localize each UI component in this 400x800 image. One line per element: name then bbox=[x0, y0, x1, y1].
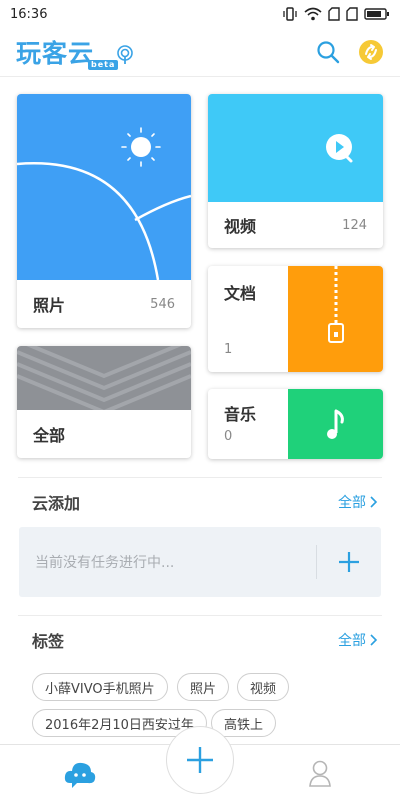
documents-tile-count: 1 bbox=[224, 342, 233, 357]
app-logo: 玩客云 beta bbox=[16, 34, 119, 70]
tags-more-label: 全部 bbox=[338, 633, 366, 649]
all-files-tile-label: 全部 bbox=[33, 426, 66, 445]
photos-art bbox=[17, 94, 191, 280]
chevron-right-icon bbox=[370, 496, 378, 508]
photos-tile[interactable]: 照片 546 bbox=[17, 94, 191, 328]
videos-tile-label: 视频 bbox=[224, 217, 257, 236]
task-status-box: 当前没有任务进行中... bbox=[19, 527, 381, 597]
music-tile-label: 音乐 bbox=[224, 405, 257, 424]
app-title: 玩客云 bbox=[16, 39, 95, 68]
chevron-right-icon bbox=[370, 634, 378, 646]
status-bar: 16:36 bbox=[0, 0, 400, 28]
music-tile[interactable]: 音乐 0 bbox=[208, 389, 383, 459]
beta-badge: beta bbox=[88, 60, 119, 70]
documents-tile-label: 文档 bbox=[224, 284, 257, 303]
music-tile-count: 0 bbox=[224, 429, 233, 444]
plus-icon bbox=[187, 747, 213, 773]
sim-icon-2 bbox=[346, 7, 358, 21]
tags-title: 标签 bbox=[32, 632, 65, 651]
task-empty-text: 当前没有任务进行中... bbox=[35, 555, 175, 571]
videos-art bbox=[208, 94, 383, 202]
header-actions bbox=[316, 39, 384, 65]
cloud-add-more-link[interactable]: 全部 bbox=[338, 492, 378, 512]
videos-tile-footer: 视频 124 bbox=[208, 202, 383, 248]
section-divider-1 bbox=[18, 477, 382, 478]
zipper-icon bbox=[288, 266, 383, 372]
tag-chip[interactable]: 小薛VIVO手机照片 bbox=[32, 673, 168, 701]
cloud-add-more-label: 全部 bbox=[338, 495, 366, 511]
videos-tile-count: 124 bbox=[342, 217, 367, 233]
account-badge-icon[interactable] bbox=[358, 39, 384, 65]
app-header: 玩客云 beta bbox=[0, 28, 400, 76]
add-task-button[interactable] bbox=[317, 551, 381, 573]
videos-tile[interactable]: 视频 124 bbox=[208, 94, 383, 248]
all-files-tile[interactable]: 全部 bbox=[17, 346, 191, 458]
status-icons bbox=[282, 7, 390, 21]
device-signal-icon[interactable] bbox=[116, 45, 134, 65]
photos-tile-label: 照片 bbox=[33, 296, 66, 315]
add-button[interactable] bbox=[166, 726, 234, 794]
header-divider bbox=[0, 76, 400, 77]
search-icon[interactable] bbox=[316, 40, 340, 64]
profile-icon[interactable] bbox=[308, 759, 332, 787]
tag-chip[interactable]: 视频 bbox=[237, 673, 290, 701]
section-divider-2 bbox=[18, 615, 382, 616]
status-time: 16:36 bbox=[10, 6, 48, 22]
plus-icon bbox=[339, 552, 359, 572]
tags-header: 标签 全部 bbox=[32, 628, 378, 652]
sim-icon bbox=[328, 7, 340, 21]
documents-tile[interactable]: 文档 1 bbox=[208, 266, 383, 372]
all-files-art bbox=[17, 346, 191, 410]
battery-icon bbox=[364, 8, 389, 20]
all-files-tile-footer: 全部 bbox=[17, 410, 191, 458]
photos-tile-count: 546 bbox=[150, 296, 175, 312]
tags-more-link[interactable]: 全部 bbox=[338, 630, 378, 650]
home-cloud-icon[interactable] bbox=[64, 759, 96, 789]
music-note-icon bbox=[288, 389, 383, 459]
tag-chip[interactable]: 照片 bbox=[177, 673, 230, 701]
photos-tile-footer: 照片 546 bbox=[17, 280, 191, 328]
cloud-add-header: 云添加 全部 bbox=[32, 490, 378, 514]
wifi-icon bbox=[304, 7, 322, 21]
cloud-add-title: 云添加 bbox=[32, 494, 81, 513]
vibrate-icon bbox=[283, 7, 297, 21]
